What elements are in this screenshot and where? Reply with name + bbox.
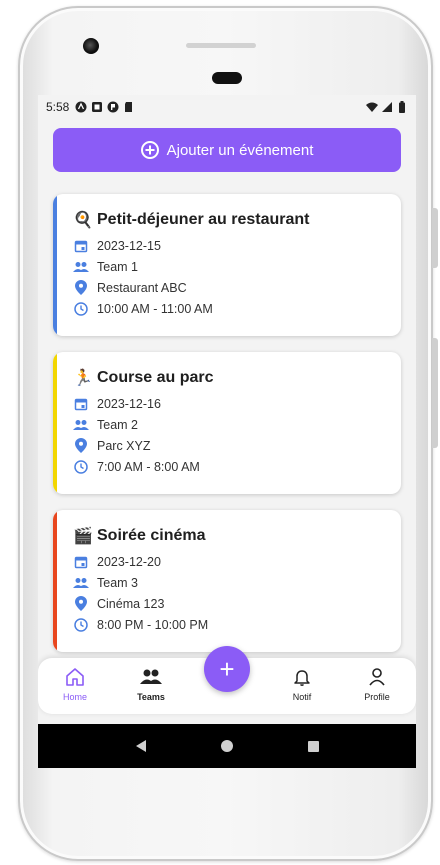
notification-p-icon	[107, 101, 119, 113]
system-navigation-bar	[38, 724, 416, 768]
plus-icon: +	[219, 653, 235, 684]
clock-icon	[73, 617, 89, 633]
calendar-icon	[73, 396, 89, 412]
event-location: Parc XYZ	[97, 438, 151, 453]
clock-icon	[73, 459, 89, 475]
event-accent-bar	[53, 352, 57, 494]
notification-app-icon	[75, 101, 87, 113]
group-icon	[73, 575, 89, 591]
front-camera	[83, 38, 99, 54]
sd-card-icon	[123, 101, 135, 113]
event-location: Restaurant ABC	[97, 280, 187, 295]
volume-button	[432, 338, 438, 448]
nav-home[interactable]: Home	[50, 667, 100, 702]
nav-teams-label: Teams	[137, 692, 165, 702]
sensor-pill	[212, 72, 242, 84]
event-title: Petit-déjeuner au restaurant	[97, 211, 310, 228]
location-pin-icon	[73, 596, 89, 612]
nav-notif-label: Notif	[292, 692, 312, 702]
teams-icon	[139, 667, 163, 689]
event-location: Cinéma 123	[97, 596, 165, 611]
calendar-icon	[73, 554, 89, 570]
home-icon	[65, 667, 85, 689]
event-card[interactable]: 🍳 Petit-déjeuner au restaurant 2023-12-1…	[53, 194, 401, 336]
app-screen: 5:58 Ajouter un événement 🍳 Petit-déjeun…	[38, 95, 416, 768]
add-event-label: Ajouter un événement	[166, 141, 314, 159]
home-circle-icon[interactable]	[220, 740, 233, 752]
location-pin-icon	[73, 438, 89, 454]
status-time: 5:58	[46, 100, 70, 114]
event-time: 8:00 PM - 10:00 PM	[97, 617, 209, 632]
battery-icon	[396, 101, 408, 113]
calendar-icon	[73, 238, 89, 254]
group-icon	[73, 417, 89, 433]
nav-home-label: Home	[62, 692, 87, 702]
event-team: Team 1	[97, 259, 138, 274]
event-title: Soirée cinéma	[97, 527, 206, 544]
group-icon	[73, 259, 89, 275]
event-card[interactable]: 🏃 Course au parc 2023-12-16 Team 2 Parc …	[53, 352, 401, 494]
event-accent-bar	[53, 194, 57, 336]
earpiece	[186, 43, 256, 48]
event-emoji-icon: 🏃	[73, 370, 93, 387]
status-bar: 5:58	[38, 95, 416, 119]
add-fab-button[interactable]: +	[204, 646, 250, 692]
event-date: 2023-12-20	[97, 554, 161, 569]
event-card[interactable]: 🎬 Soirée cinéma 2023-12-20 Team 3 Cinéma…	[53, 510, 401, 652]
clock-icon	[73, 301, 89, 317]
event-emoji-icon: 🎬	[73, 528, 93, 545]
event-accent-bar	[53, 510, 57, 652]
nav-profile[interactable]: Profile	[352, 667, 402, 702]
location-pin-icon	[73, 280, 89, 296]
nav-notif[interactable]: Notif	[277, 667, 327, 702]
profile-icon	[367, 667, 387, 689]
wifi-icon	[366, 101, 378, 113]
event-time: 7:00 AM - 8:00 AM	[97, 459, 200, 474]
add-event-button[interactable]: Ajouter un événement	[53, 128, 401, 172]
notification-square-icon	[91, 101, 103, 113]
bell-icon	[292, 667, 312, 689]
event-date: 2023-12-16	[97, 396, 161, 411]
event-team: Team 3	[97, 575, 138, 590]
event-title: Course au parc	[97, 369, 214, 386]
recent-apps-icon[interactable]	[307, 740, 319, 752]
signal-icon	[381, 101, 393, 113]
add-circle-icon	[140, 141, 159, 159]
nav-profile-label: Profile	[364, 692, 390, 702]
event-team: Team 2	[97, 417, 138, 432]
event-time: 10:00 AM - 11:00 AM	[97, 301, 213, 316]
nav-teams[interactable]: Teams	[126, 667, 176, 702]
back-icon[interactable]	[135, 740, 146, 752]
event-date: 2023-12-15	[97, 238, 161, 253]
event-emoji-icon: 🍳	[73, 212, 93, 229]
power-button	[432, 208, 438, 268]
